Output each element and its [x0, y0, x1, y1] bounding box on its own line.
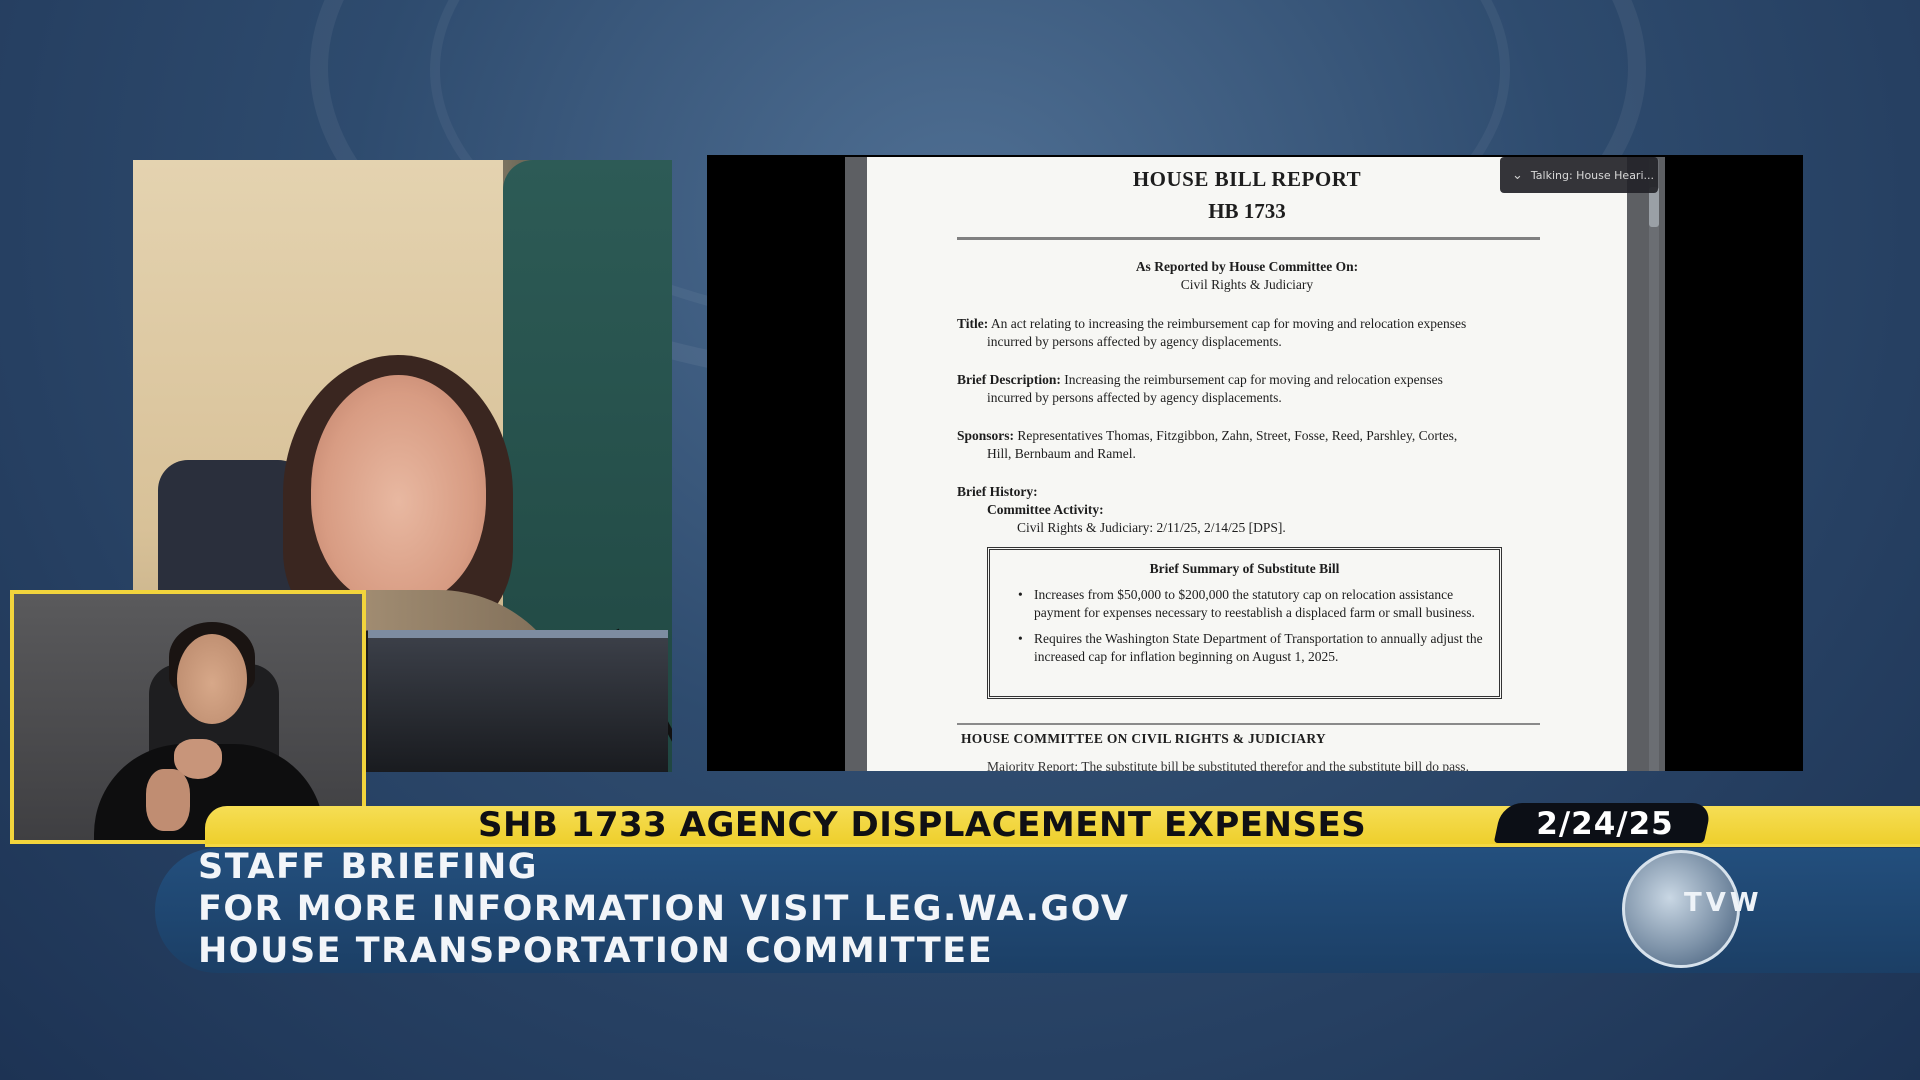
sponsors-label: Sponsors: [957, 428, 1015, 443]
brief-summary-box: Brief Summary of Substitute Bill • Incre… [987, 547, 1502, 699]
bill-report-page: HOUSE BILL REPORT HB 1733 As Reported by… [867, 157, 1627, 771]
presentation-panel: HOUSE BILL REPORT HB 1733 As Reported by… [707, 155, 1803, 771]
reported-by: As Reported by House Committee On: [1135, 259, 1359, 274]
sponsors-text-2: Hill, Bernbaum and Ramel. [987, 446, 1136, 461]
summary-title: Brief Summary of Substitute Bill [1149, 561, 1340, 576]
speaker-face [311, 375, 486, 605]
title-rule [957, 237, 1540, 240]
interpreter-hand [146, 769, 190, 831]
document-viewer: HOUSE BILL REPORT HB 1733 As Reported by… [845, 157, 1665, 771]
section-rule [957, 723, 1540, 725]
title-paragraph: Title: An act relating to increasing the… [957, 315, 1537, 351]
summary-bullet-text: Requires the Washington State Department… [1034, 631, 1483, 664]
sponsors-paragraph: Sponsors: Representatives Thomas, Fitzgi… [957, 427, 1537, 463]
bullet-icon: • [1018, 587, 1023, 602]
reporting-committee: Civil Rights & Judiciary [1180, 277, 1314, 292]
brief-history-label: Brief History: [957, 484, 1038, 499]
summary-bullet-item: • Requires the Washington State Departme… [990, 630, 1484, 666]
event-type: STAFF BRIEFING [198, 847, 538, 887]
cut-off-line: Majority Report: The substitute bill be … [987, 759, 1469, 771]
talking-indicator-label: Talking: House Heari... [1530, 168, 1655, 182]
tvw-logo-text: TVW [1684, 888, 1763, 918]
title-label: Title: [957, 316, 989, 331]
brief-description-paragraph: Brief Description: Increasing the reimbu… [957, 371, 1537, 407]
scrollbar-thumb[interactable] [1649, 187, 1659, 227]
committee-activity-label: Committee Activity: [987, 502, 1104, 517]
committee-activity-text: Civil Rights & Judiciary: 2/11/25, 2/14/… [1017, 520, 1286, 535]
chevron-down-icon: ⌄ [1512, 167, 1523, 183]
section-heading: HOUSE COMMITTEE ON CIVIL RIGHTS & JUDICI… [961, 731, 1326, 746]
brief-description-label: Brief Description: [957, 372, 1061, 387]
summary-bullet-text: Increases from $50,000 to $200,000 the s… [1034, 587, 1475, 620]
title-text-2: incurred by persons affected by agency d… [987, 334, 1282, 349]
brief-history-paragraph: Brief History: Committee Activity: Civil… [957, 483, 1537, 537]
committee-name: HOUSE TRANSPORTATION COMMITTEE [198, 931, 994, 971]
broadcast-date: 2/24/25 [1536, 806, 1674, 842]
talking-indicator[interactable]: ⌄ Talking: House Heari... [1500, 157, 1658, 193]
bill-title: SHB 1733 AGENCY DISPLACEMENT EXPENSES [478, 805, 1367, 845]
info-url-line: FOR MORE INFORMATION VISIT LEG.WA.GOV [198, 889, 1130, 929]
summary-bullet-item: • Increases from $50,000 to $200,000 the… [990, 586, 1484, 622]
brief-description-text-1: Increasing the reimbursement cap for mov… [1064, 372, 1443, 387]
title-text-1: An act relating to increasing the reimbu… [990, 316, 1467, 331]
document-bill-number: HB 1733 [1208, 199, 1286, 223]
laptop [368, 630, 668, 772]
sponsors-text-1: Representatives Thomas, Fitzgibbon, Zahn… [1017, 428, 1458, 443]
interpreter-face [177, 634, 247, 724]
bullet-icon: • [1018, 631, 1023, 646]
brief-description-text-2: incurred by persons affected by agency d… [987, 390, 1282, 405]
document-scrollbar[interactable] [1649, 159, 1659, 771]
